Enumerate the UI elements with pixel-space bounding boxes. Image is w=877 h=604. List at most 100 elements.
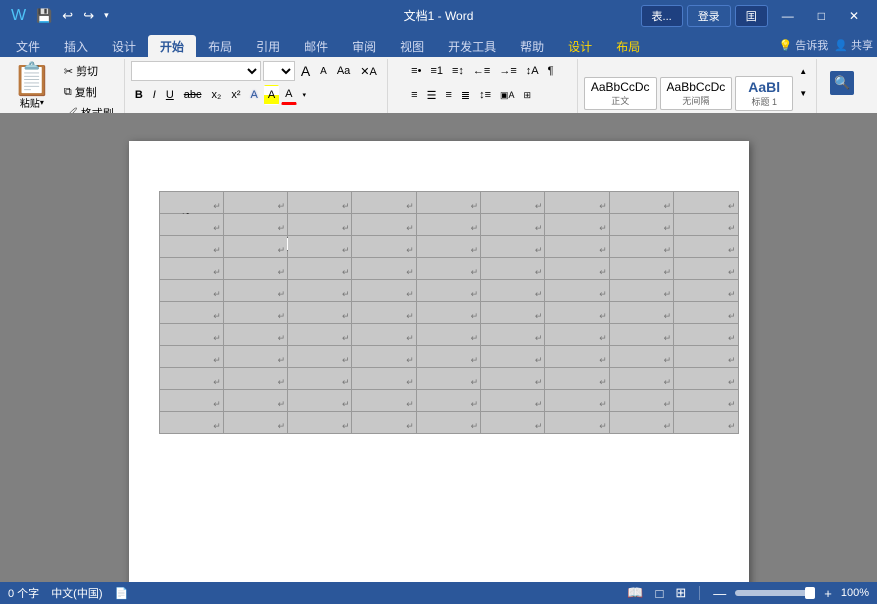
table-cell[interactable] — [159, 302, 223, 324]
close-button[interactable]: ✕ — [839, 5, 869, 27]
table-cell[interactable] — [416, 390, 480, 412]
font-size-select[interactable] — [263, 61, 295, 81]
font-color-arrow[interactable]: ▾ — [299, 85, 311, 105]
table-cell[interactable] — [609, 368, 673, 390]
table-cell[interactable] — [288, 192, 352, 214]
table-cell[interactable] — [288, 412, 352, 434]
table-cell[interactable] — [416, 368, 480, 390]
table-cell[interactable] — [416, 280, 480, 302]
table-cell[interactable] — [223, 280, 287, 302]
table-cell[interactable] — [352, 258, 416, 280]
table-cell[interactable] — [223, 390, 287, 412]
tab-help[interactable]: 帮助 — [508, 35, 556, 57]
numbering-button[interactable]: ≡1 — [426, 61, 447, 81]
table-cell[interactable] — [674, 390, 738, 412]
superscript-button[interactable]: x² — [227, 85, 244, 105]
table-cell[interactable] — [674, 236, 738, 258]
table-cell[interactable] — [352, 368, 416, 390]
table-cell[interactable] — [545, 390, 609, 412]
zoom-in-button[interactable]: + — [821, 585, 835, 602]
table-cell[interactable] — [288, 258, 352, 280]
print-view-button[interactable]: □ — [653, 585, 667, 602]
table-cell[interactable] — [159, 390, 223, 412]
tab-review[interactable]: 审阅 — [340, 35, 388, 57]
table-cell[interactable] — [416, 346, 480, 368]
maximize-button[interactable]: □ — [808, 5, 835, 27]
table-cell[interactable] — [352, 192, 416, 214]
table-cell[interactable] — [609, 258, 673, 280]
bullets-button[interactable]: ≡• — [407, 61, 425, 81]
font-name-select[interactable] — [131, 61, 261, 81]
table-cell[interactable] — [352, 412, 416, 434]
table-cell[interactable] — [481, 192, 545, 214]
table-cell[interactable] — [545, 324, 609, 346]
tab-home[interactable]: 开始 — [148, 35, 196, 57]
table-cell[interactable] — [288, 302, 352, 324]
table-cell[interactable] — [416, 214, 480, 236]
clear-all-button[interactable]: ✕A — [356, 61, 381, 81]
line-spacing-button[interactable]: ↕≡ — [475, 85, 495, 105]
table-cell[interactable] — [545, 192, 609, 214]
undo-icon[interactable]: ↩ — [59, 6, 76, 26]
table-cell[interactable] — [545, 258, 609, 280]
read-view-button[interactable]: 📖 — [624, 584, 646, 602]
strikethrough-button[interactable]: abc — [180, 85, 206, 105]
save-icon[interactable]: 💾 — [33, 6, 55, 26]
decrease-indent-button[interactable]: ←≡ — [469, 61, 494, 81]
table-cell[interactable] — [609, 236, 673, 258]
borders-button[interactable]: ⊞ — [520, 85, 536, 105]
tab-mailings[interactable]: 邮件 — [292, 35, 340, 57]
zoom-thumb[interactable] — [805, 587, 815, 599]
copy-button[interactable]: ⧉ 复制 — [60, 82, 118, 102]
table-cell[interactable] — [545, 368, 609, 390]
table-cell[interactable] — [416, 192, 480, 214]
tab-references[interactable]: 引用 — [244, 35, 292, 57]
table-cell[interactable] — [159, 236, 223, 258]
table-cell[interactable] — [545, 302, 609, 324]
table-cell[interactable] — [481, 346, 545, 368]
table-cell[interactable] — [674, 412, 738, 434]
tab-tablelayout[interactable]: 布局 — [604, 35, 652, 57]
quickaccess-arrow[interactable]: ▾ — [101, 8, 112, 23]
table-cell[interactable] — [481, 258, 545, 280]
styles-up[interactable]: ▲ — [796, 61, 810, 81]
table-cell[interactable] — [159, 368, 223, 390]
italic-button[interactable]: I — [149, 85, 160, 105]
style-normal[interactable]: AaBbCcDc 正文 — [584, 77, 657, 110]
table-cell[interactable] — [609, 390, 673, 412]
table-cell[interactable] — [481, 368, 545, 390]
paste-button[interactable]: 📋 粘贴▾ — [6, 61, 58, 112]
tab-developer[interactable]: 开发工具 — [436, 35, 508, 57]
style-no-spacing[interactable]: AaBbCcDc 无间隔 — [660, 77, 733, 110]
styles-down[interactable]: ▼ — [796, 83, 810, 103]
multilevel-button[interactable]: ≡↕ — [448, 61, 468, 81]
table-cell[interactable] — [545, 214, 609, 236]
table-cell[interactable] — [352, 302, 416, 324]
table-cell[interactable] — [609, 302, 673, 324]
style-heading1[interactable]: AaBl 标题 1 — [735, 76, 793, 111]
table-cell[interactable] — [288, 346, 352, 368]
language[interactable]: 中文(中国) — [51, 585, 102, 601]
table-cell[interactable] — [352, 214, 416, 236]
grow-font-button[interactable]: A — [297, 61, 314, 81]
table-cell[interactable] — [481, 390, 545, 412]
tab-view[interactable]: 视图 — [388, 35, 436, 57]
table-cell[interactable] — [352, 236, 416, 258]
table-cell[interactable] — [481, 214, 545, 236]
minimize-button[interactable]: — — [772, 5, 804, 27]
table-cell[interactable] — [416, 258, 480, 280]
table-cell[interactable] — [159, 214, 223, 236]
table-cell[interactable] — [545, 236, 609, 258]
table-cell[interactable] — [416, 324, 480, 346]
table-cell[interactable] — [609, 324, 673, 346]
table-cell[interactable] — [352, 280, 416, 302]
table-cell[interactable] — [223, 302, 287, 324]
table-cell[interactable] — [159, 412, 223, 434]
table-cell[interactable] — [159, 192, 223, 214]
table-cell[interactable] — [545, 280, 609, 302]
table-cell[interactable] — [352, 346, 416, 368]
table-cell[interactable] — [223, 368, 287, 390]
align-center-button[interactable]: ☰ — [423, 85, 441, 105]
sort-button[interactable]: ↕A — [522, 61, 543, 81]
shrink-font-button[interactable]: A — [316, 61, 331, 81]
